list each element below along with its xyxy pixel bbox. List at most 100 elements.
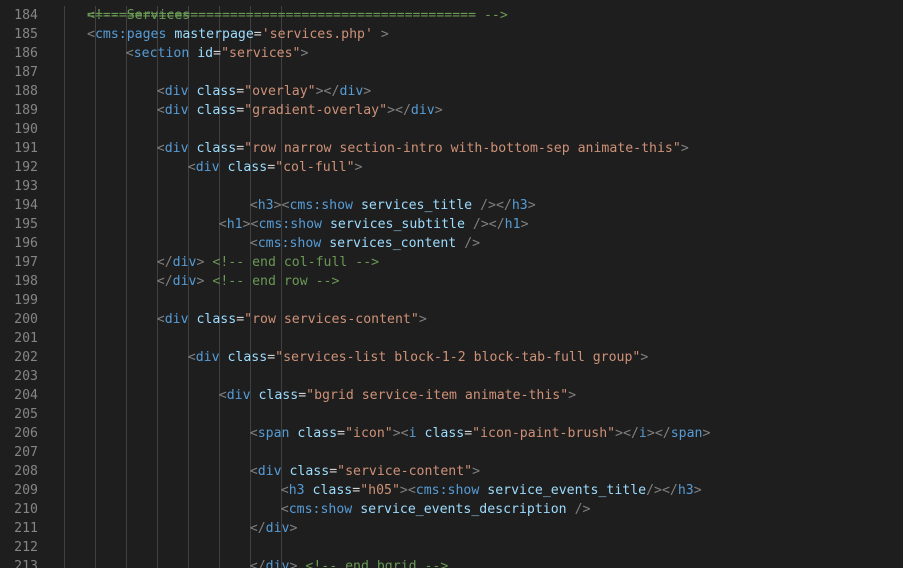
code-token: div [265, 559, 290, 568]
code-editor[interactable]: <!-- Services 184 =======================… [0, 0, 903, 568]
code-token: div [164, 141, 189, 156]
code-token: < [249, 464, 258, 479]
code-line[interactable]: 198 </div> <!-- end row --> [0, 272, 903, 291]
code-token: > [568, 388, 577, 403]
code-text: <div class="col-full"> [188, 158, 363, 177]
code-line[interactable]: 197 </div> <!-- end col-full --> [0, 253, 903, 272]
line-number: 198 [14, 274, 38, 289]
code-line[interactable]: 193 [0, 177, 903, 196]
line-number: 211 [14, 521, 38, 536]
line-number: 186 [14, 46, 38, 61]
code-line[interactable]: 186 <section id="services"> [0, 44, 903, 63]
line-number: 208 [14, 464, 38, 479]
code-line[interactable]: 189 <div class="gradient-overlay"></div> [0, 101, 903, 120]
code-line[interactable]: 202 <div class="services-list block-1-2 b… [0, 348, 903, 367]
line-number: 190 [14, 122, 38, 137]
code-token: </ [156, 274, 173, 289]
code-line[interactable]: 213 </div> <!-- end bgrid --> [0, 557, 903, 568]
code-line[interactable]: 210 <cms:show service_events_description … [0, 500, 903, 519]
code-token: cms:pages [94, 27, 167, 42]
code-line[interactable]: 212 [0, 538, 903, 557]
line-number: 199 [14, 293, 38, 308]
code-text: <div class="gradient-overlay"></div> [157, 101, 443, 120]
code-line[interactable]: 206 <span class="icon"><i class="icon-pai… [0, 424, 903, 443]
code-token: > [472, 464, 481, 479]
code-line[interactable]: 190 [0, 120, 903, 139]
code-line[interactable]: 195 <h1><cms:show services_subtitle /></h… [0, 215, 903, 234]
code-line[interactable]: 184 =====================================… [0, 6, 903, 25]
code-token: class [297, 426, 338, 441]
code-line[interactable]: 207 [0, 443, 903, 462]
code-token: </ [249, 521, 266, 536]
code-token: section [133, 46, 190, 61]
code-line[interactable]: 191 <div class="row narrow section-intro … [0, 139, 903, 158]
code-text: <h3 class="h05"><cms:show service_events… [281, 481, 702, 500]
line-number: 185 [14, 27, 38, 42]
code-token: div [172, 274, 197, 289]
code-line[interactable]: 203 [0, 367, 903, 386]
code-token: class [196, 103, 237, 118]
code-token: > [680, 141, 689, 156]
code-token: = [298, 388, 307, 403]
code-token: service_events_title [487, 483, 647, 498]
code-line[interactable]: 208 <div class="service-content"> [0, 462, 903, 481]
code-token: = [464, 426, 473, 441]
code-line[interactable]: 199 [0, 291, 903, 310]
code-line[interactable]: 200 <div class="row services-content"> [0, 310, 903, 329]
code-token: class [312, 483, 353, 498]
code-line[interactable]: 188 <div class="overlay"></div> [0, 82, 903, 101]
code-token: "row services-content" [244, 312, 419, 327]
code-token: div [164, 103, 189, 118]
code-line[interactable]: 185 <cms:pages masterpage='services.php' … [0, 25, 903, 44]
code-token: ></ [646, 426, 671, 441]
code-token: class [289, 464, 330, 479]
code-token: class [196, 141, 237, 156]
code-token: h1 [226, 217, 243, 232]
code-token: "icon-paint-brush" [472, 426, 616, 441]
code-token: div [164, 84, 189, 99]
code-token: class [258, 388, 299, 403]
line-number: 212 [14, 540, 38, 555]
code-token: /></ [472, 217, 505, 232]
code-token: >< [392, 426, 409, 441]
code-line[interactable]: 205 [0, 405, 903, 424]
code-token: ></ [387, 103, 411, 118]
code-line[interactable]: 211 </div> [0, 519, 903, 538]
code-text: <section id="services"> [126, 44, 309, 63]
code-token: > [693, 483, 702, 498]
code-line[interactable]: 196 <cms:show services_content /> [0, 234, 903, 253]
code-line[interactable]: 209 <h3 class="h05"><cms:show service_eve… [0, 481, 903, 500]
code-token: div [257, 464, 282, 479]
code-line[interactable]: 201 [0, 329, 903, 348]
code-token: class [196, 84, 237, 99]
code-lines[interactable]: 184 =====================================… [0, 6, 903, 568]
code-token: h3 [257, 198, 274, 213]
code-token: div [172, 255, 197, 270]
code-line[interactable]: 204 <div class="bgrid service-item animat… [0, 386, 903, 405]
line-number: 196 [14, 236, 38, 251]
code-token: "row narrow section-intro with-bottom-se… [244, 141, 681, 156]
code-line[interactable]: 187 [0, 63, 903, 82]
code-token: "overlay" [244, 84, 316, 99]
code-token: > [418, 312, 427, 327]
code-token: h3 [677, 483, 694, 498]
code-token: < [156, 84, 165, 99]
code-line[interactable]: 194 <h3><cms:show services_title /></h3> [0, 196, 903, 215]
line-number: 202 [14, 350, 38, 365]
code-line[interactable]: 192 <div class="col-full"> [0, 158, 903, 177]
code-text: ========================================… [87, 6, 508, 25]
code-token: class [227, 350, 268, 365]
code-text: <cms:show services_content /> [250, 234, 480, 253]
code-token: "bgrid service-item animate-this" [306, 388, 569, 403]
code-token: div [195, 160, 220, 175]
line-number: 200 [14, 312, 38, 327]
code-token: services_title [360, 198, 473, 213]
code-token: "icon" [345, 426, 393, 441]
